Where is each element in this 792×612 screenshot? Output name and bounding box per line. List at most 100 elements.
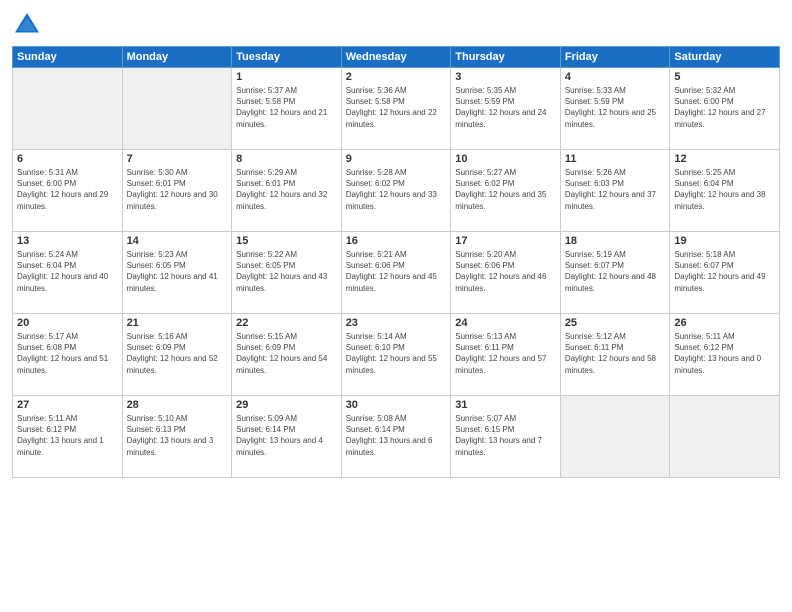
calendar-cell: 19Sunrise: 5:18 AMSunset: 6:07 PMDayligh… (670, 232, 780, 314)
day-info: Sunrise: 5:30 AMSunset: 6:01 PMDaylight:… (127, 167, 228, 212)
day-number: 12 (674, 153, 775, 165)
calendar-header-row: SundayMondayTuesdayWednesdayThursdayFrid… (13, 47, 780, 68)
calendar-week-3: 13 Sunrise: 5:24 AMSunset: 6:04 PMDayligh… (13, 232, 780, 314)
day-number: 20 (17, 317, 118, 329)
calendar-cell: 23 Sunrise: 5:14 AMSunset: 6:10 PMDayligh… (341, 314, 451, 396)
day-info: Sunrise: 5:11 AMSunset: 6:12 PMDaylight:… (17, 413, 118, 458)
day-number: 7 (127, 153, 228, 165)
day-number: 17 (455, 235, 556, 247)
calendar-cell: 16 Sunrise: 5:21 AMSunset: 6:06 PMDayligh… (341, 232, 451, 314)
day-info: Sunrise: 5:23 AMSunset: 6:05 PMDaylight:… (127, 249, 228, 294)
day-info: Sunrise: 5:11 AMSunset: 6:12 PMDaylight:… (674, 331, 775, 376)
day-info: Sunrise: 5:35 AMSunset: 5:59 PMDaylight:… (455, 85, 556, 130)
calendar-cell (560, 396, 670, 478)
day-number: 24 (455, 317, 556, 329)
day-info: Sunrise: 5:14 AMSunset: 6:10 PMDaylight:… (346, 331, 447, 376)
calendar-cell: 2 Sunrise: 5:36 AMSunset: 5:58 PMDaylight… (341, 68, 451, 150)
day-info: Sunrise: 5:36 AMSunset: 5:58 PMDaylight:… (346, 85, 447, 130)
day-info: Sunrise: 5:37 AMSunset: 5:58 PMDaylight:… (236, 85, 337, 130)
day-info: Sunrise: 5:16 AMSunset: 6:09 PMDaylight:… (127, 331, 228, 376)
calendar-cell: 3 Sunrise: 5:35 AMSunset: 5:59 PMDaylight… (451, 68, 561, 150)
day-number: 16 (346, 235, 447, 247)
day-number: 30 (346, 399, 447, 411)
day-number: 15 (236, 235, 337, 247)
calendar-cell: 1 Sunrise: 5:37 AMSunset: 5:58 PMDaylight… (232, 68, 342, 150)
calendar-cell: 29 Sunrise: 5:09 AMSunset: 6:14 PMDayligh… (232, 396, 342, 478)
day-number: 27 (17, 399, 118, 411)
day-info: Sunrise: 5:08 AMSunset: 6:14 PMDaylight:… (346, 413, 447, 458)
weekday-header-friday: Friday (560, 47, 670, 68)
calendar-cell: 30 Sunrise: 5:08 AMSunset: 6:14 PMDayligh… (341, 396, 451, 478)
day-info: Sunrise: 5:28 AMSunset: 6:02 PMDaylight:… (346, 167, 447, 212)
day-info: Sunrise: 5:13 AMSunset: 6:11 PMDaylight:… (455, 331, 556, 376)
logo (12, 10, 46, 40)
day-number: 8 (236, 153, 337, 165)
day-number: 18 (565, 235, 666, 247)
day-info: Sunrise: 5:15 AMSunset: 6:09 PMDaylight:… (236, 331, 337, 376)
day-number: 28 (127, 399, 228, 411)
day-info: Sunrise: 5:31 AMSunset: 6:00 PMDaylight:… (17, 167, 118, 212)
day-number: 22 (236, 317, 337, 329)
day-number: 21 (127, 317, 228, 329)
day-info: Sunrise: 5:32 AMSunset: 6:00 PMDaylight:… (674, 85, 775, 130)
day-info: Sunrise: 5:21 AMSunset: 6:06 PMDaylight:… (346, 249, 447, 294)
day-info: Sunrise: 5:19 AMSunset: 6:07 PMDaylight:… (565, 249, 666, 294)
day-info: Sunrise: 5:25 AMSunset: 6:04 PMDaylight:… (674, 167, 775, 212)
calendar-week-5: 27 Sunrise: 5:11 AMSunset: 6:12 PMDayligh… (13, 396, 780, 478)
weekday-header-sunday: Sunday (13, 47, 123, 68)
day-info: Sunrise: 5:17 AMSunset: 6:08 PMDaylight:… (17, 331, 118, 376)
day-number: 6 (17, 153, 118, 165)
day-number: 19 (674, 235, 775, 247)
calendar-cell: 4Sunrise: 5:33 AMSunset: 5:59 PMDaylight… (560, 68, 670, 150)
calendar-cell: 8 Sunrise: 5:29 AMSunset: 6:01 PMDaylight… (232, 150, 342, 232)
calendar-cell: 17 Sunrise: 5:20 AMSunset: 6:06 PMDayligh… (451, 232, 561, 314)
day-info: Sunrise: 5:07 AMSunset: 6:15 PMDaylight:… (455, 413, 556, 458)
calendar-cell: 13 Sunrise: 5:24 AMSunset: 6:04 PMDayligh… (13, 232, 123, 314)
day-number: 13 (17, 235, 118, 247)
day-number: 5 (674, 71, 775, 83)
day-info: Sunrise: 5:20 AMSunset: 6:06 PMDaylight:… (455, 249, 556, 294)
weekday-header-monday: Monday (122, 47, 232, 68)
day-info: Sunrise: 5:27 AMSunset: 6:02 PMDaylight:… (455, 167, 556, 212)
calendar-cell (122, 68, 232, 150)
calendar-cell (13, 68, 123, 150)
calendar-cell: 12 Sunrise: 5:25 AMSunset: 6:04 PMDayligh… (670, 150, 780, 232)
day-info: Sunrise: 5:24 AMSunset: 6:04 PMDaylight:… (17, 249, 118, 294)
day-info: Sunrise: 5:33 AMSunset: 5:59 PMDaylight:… (565, 85, 666, 130)
weekday-header-wednesday: Wednesday (341, 47, 451, 68)
calendar-cell: 18 Sunrise: 5:19 AMSunset: 6:07 PMDayligh… (560, 232, 670, 314)
calendar-cell: 10Sunrise: 5:27 AMSunset: 6:02 PMDayligh… (451, 150, 561, 232)
header (12, 10, 780, 40)
day-info: Sunrise: 5:29 AMSunset: 6:01 PMDaylight:… (236, 167, 337, 212)
day-info: Sunrise: 5:10 AMSunset: 6:13 PMDaylight:… (127, 413, 228, 458)
day-number: 2 (346, 71, 447, 83)
calendar-cell (670, 396, 780, 478)
day-info: Sunrise: 5:09 AMSunset: 6:14 PMDaylight:… (236, 413, 337, 458)
weekday-header-thursday: Thursday (451, 47, 561, 68)
day-number: 11 (565, 153, 666, 165)
day-number: 26 (674, 317, 775, 329)
calendar-table: SundayMondayTuesdayWednesdayThursdayFrid… (12, 46, 780, 478)
calendar-week-1: 1 Sunrise: 5:37 AMSunset: 5:58 PMDaylight… (13, 68, 780, 150)
calendar-cell: 5 Sunrise: 5:32 AMSunset: 6:00 PMDaylight… (670, 68, 780, 150)
day-number: 3 (455, 71, 556, 83)
calendar-week-4: 20 Sunrise: 5:17 AMSunset: 6:08 PMDayligh… (13, 314, 780, 396)
calendar-cell: 26 Sunrise: 5:11 AMSunset: 6:12 PMDayligh… (670, 314, 780, 396)
day-info: Sunrise: 5:22 AMSunset: 6:05 PMDaylight:… (236, 249, 337, 294)
day-number: 31 (455, 399, 556, 411)
day-number: 25 (565, 317, 666, 329)
calendar-cell: 14Sunrise: 5:23 AMSunset: 6:05 PMDayligh… (122, 232, 232, 314)
calendar-cell: 7 Sunrise: 5:30 AMSunset: 6:01 PMDaylight… (122, 150, 232, 232)
calendar-week-2: 6 Sunrise: 5:31 AMSunset: 6:00 PMDaylight… (13, 150, 780, 232)
calendar-cell: 24 Sunrise: 5:13 AMSunset: 6:11 PMDayligh… (451, 314, 561, 396)
calendar-cell: 25Sunrise: 5:12 AMSunset: 6:11 PMDayligh… (560, 314, 670, 396)
logo-icon (12, 10, 42, 40)
day-number: 29 (236, 399, 337, 411)
day-number: 1 (236, 71, 337, 83)
calendar-cell: 31 Sunrise: 5:07 AMSunset: 6:15 PMDayligh… (451, 396, 561, 478)
calendar-cell: 22 Sunrise: 5:15 AMSunset: 6:09 PMDayligh… (232, 314, 342, 396)
calendar-cell: 6 Sunrise: 5:31 AMSunset: 6:00 PMDaylight… (13, 150, 123, 232)
weekday-header-tuesday: Tuesday (232, 47, 342, 68)
day-number: 23 (346, 317, 447, 329)
calendar-cell: 27 Sunrise: 5:11 AMSunset: 6:12 PMDayligh… (13, 396, 123, 478)
